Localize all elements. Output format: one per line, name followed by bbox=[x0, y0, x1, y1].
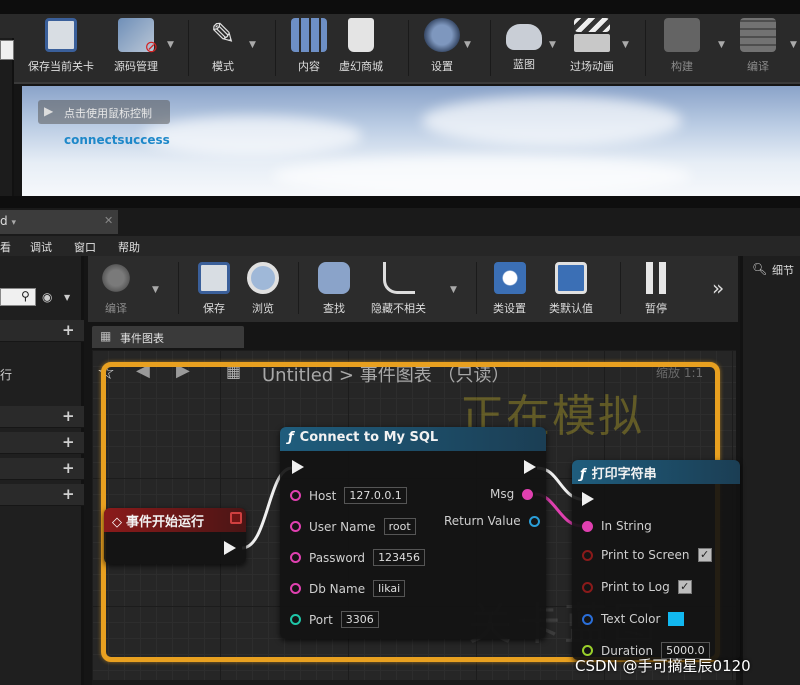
dbname-input[interactable]: likai bbox=[373, 580, 406, 597]
print-string-header: ƒ 打印字符串 bbox=[572, 460, 740, 484]
event-begin-play-node[interactable]: ◇ 事件开始运行 bbox=[104, 508, 246, 564]
dbname-pin[interactable]: Db Name likai bbox=[290, 580, 406, 597]
print-to-screen-label: Print to Screen bbox=[601, 548, 690, 562]
event-begin-play-header: ◇ 事件开始运行 bbox=[104, 508, 246, 532]
print-to-log-pin[interactable]: Print to Log ✓ bbox=[582, 580, 692, 594]
string-pin-icon bbox=[522, 488, 534, 500]
exec-out-pin[interactable] bbox=[224, 541, 236, 555]
dbname-label: Db Name bbox=[309, 581, 366, 596]
text-color-pin[interactable]: Text Color bbox=[582, 612, 685, 626]
graph-bottom-edge bbox=[92, 680, 736, 685]
exec-in-pin[interactable] bbox=[582, 492, 594, 506]
string-pin-icon bbox=[290, 552, 301, 563]
print-string-title: 打印字符串 bbox=[591, 467, 657, 482]
string-pin-icon bbox=[582, 520, 593, 532]
connect-mysql-header: ƒ Connect to My SQL bbox=[280, 427, 546, 451]
port-pin[interactable]: Port 3306 bbox=[290, 611, 379, 628]
connect-mysql-title: Connect to My SQL bbox=[299, 430, 439, 445]
integer-pin-icon bbox=[290, 614, 301, 625]
username-pin[interactable]: User Name root bbox=[290, 518, 416, 535]
connect-mysql-node[interactable]: ƒ Connect to My SQL Host 127.0.0.1 User N… bbox=[280, 427, 546, 639]
print-string-node[interactable]: ƒ 打印字符串 In String Print to Screen ✓ Print… bbox=[572, 460, 740, 660]
function-icon: ƒ bbox=[580, 467, 586, 482]
print-to-log-checkbox[interactable]: ✓ bbox=[677, 580, 692, 594]
object-pin-icon bbox=[528, 515, 540, 527]
return-value-label: Return Value bbox=[444, 514, 521, 528]
host-pin[interactable]: Host 127.0.0.1 bbox=[290, 487, 407, 504]
port-input[interactable]: 3306 bbox=[340, 611, 379, 628]
in-string-label: In String bbox=[601, 519, 652, 533]
delegate-pin[interactable] bbox=[230, 512, 242, 524]
text-color-swatch[interactable] bbox=[668, 612, 685, 626]
exec-out-pin[interactable] bbox=[524, 460, 536, 474]
password-pin[interactable]: Password 123456 bbox=[290, 549, 426, 566]
username-input[interactable]: root bbox=[383, 518, 416, 535]
function-icon: ƒ bbox=[288, 430, 294, 445]
host-label: Host bbox=[309, 488, 337, 503]
print-to-screen-pin[interactable]: Print to Screen ✓ bbox=[582, 548, 712, 562]
event-icon: ◇ bbox=[112, 515, 122, 530]
string-pin-icon bbox=[290, 521, 301, 532]
bool-pin-icon bbox=[582, 581, 593, 593]
in-string-pin[interactable]: In String bbox=[582, 519, 652, 533]
event-begin-play-title: 事件开始运行 bbox=[126, 515, 205, 530]
username-label: User Name bbox=[309, 519, 376, 534]
print-to-screen-checkbox[interactable]: ✓ bbox=[697, 548, 712, 562]
return-value-pin[interactable]: Return Value bbox=[444, 514, 540, 528]
port-label: Port bbox=[309, 612, 333, 627]
password-input[interactable]: 123456 bbox=[373, 549, 426, 566]
string-pin-icon bbox=[290, 583, 301, 594]
host-input[interactable]: 127.0.0.1 bbox=[344, 487, 407, 504]
text-color-label: Text Color bbox=[601, 612, 661, 626]
print-to-log-label: Print to Log bbox=[601, 580, 670, 594]
msg-label: Msg bbox=[490, 487, 515, 501]
password-label: Password bbox=[309, 550, 366, 565]
bool-pin-icon bbox=[582, 549, 593, 561]
exec-in-pin[interactable] bbox=[292, 460, 304, 474]
csdn-watermark: CSDN @手可摘星辰0120 bbox=[575, 657, 751, 675]
string-pin-icon bbox=[290, 490, 301, 501]
msg-out-pin[interactable]: Msg bbox=[490, 487, 534, 501]
struct-pin-icon bbox=[582, 613, 593, 625]
